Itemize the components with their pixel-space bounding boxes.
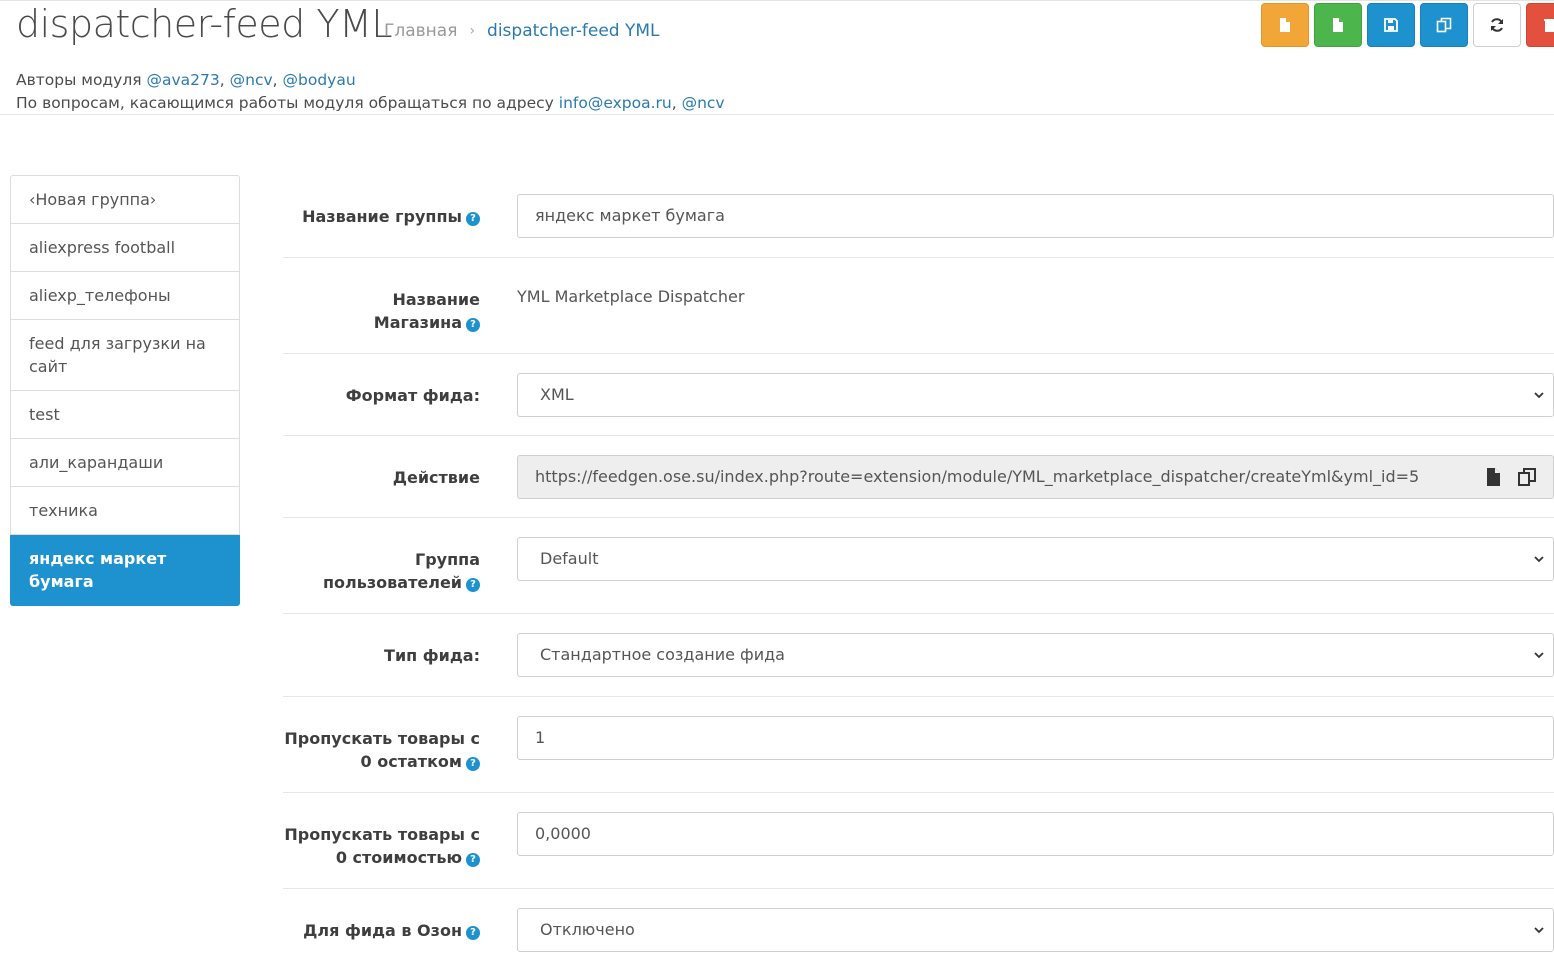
- row-feed-type: Тип фида: Стандартное создание фида: [283, 614, 1554, 697]
- chevron-down-icon: [1534, 392, 1544, 399]
- contact-line: По вопросам, касающимся работы модуля об…: [16, 94, 725, 112]
- contact-email-link[interactable]: info@expoa.ru: [559, 94, 672, 112]
- group-settings-form: Название группы? яндекс маркет бумага На…: [283, 175, 1554, 972]
- toolbar: [1261, 3, 1554, 47]
- help-icon[interactable]: ?: [466, 578, 480, 592]
- file-icon[interactable]: [1483, 467, 1503, 487]
- sidebar-item-new-group[interactable]: ‹Новая группа›: [10, 175, 240, 224]
- row-skip-zero-stock: Пропускать товары с0 остатком? 1: [283, 697, 1554, 793]
- header-divider: [0, 114, 1554, 115]
- row-skip-zero-price: Пропускать товары с0 стоимостью? 0,0000: [283, 793, 1554, 889]
- help-icon[interactable]: ?: [466, 853, 480, 867]
- sidebar-item-site-feed[interactable]: feed для загрузки на сайт: [10, 320, 240, 391]
- action-url-field[interactable]: https://feedgen.ose.su/index.php?route=e…: [517, 455, 1554, 499]
- customer-group-select[interactable]: Default: [517, 537, 1554, 581]
- help-icon[interactable]: ?: [466, 926, 480, 940]
- refresh-icon: [1491, 18, 1503, 32]
- row-feed-format: Формат фида: XML: [283, 354, 1554, 436]
- refresh-button[interactable]: [1473, 3, 1521, 47]
- group-list: ‹Новая группа› aliexpress football aliex…: [10, 175, 240, 606]
- copy-icon[interactable]: [1517, 467, 1537, 487]
- skip-zero-price-input[interactable]: 0,0000: [517, 812, 1554, 856]
- author-link-ncv[interactable]: @ncv: [230, 71, 273, 89]
- row-shop-name: Название Магазина? YML Marketplace Dispat…: [283, 258, 1554, 354]
- author-link-bodyau[interactable]: @bodyau: [283, 71, 356, 89]
- author-link-ava273[interactable]: @ava273: [147, 71, 220, 89]
- delete-button[interactable]: [1526, 3, 1554, 47]
- module-authors: Авторы модуля @ava273, @ncv, @bodyau По …: [16, 69, 725, 115]
- new-file-button[interactable]: [1261, 3, 1309, 47]
- feed-type-select[interactable]: Стандартное создание фида: [517, 633, 1554, 677]
- page-title: dispatcher-feed YML: [16, 2, 393, 46]
- help-icon[interactable]: ?: [466, 757, 480, 771]
- feed-format-label: Формат фида:: [345, 386, 480, 405]
- shop-name-label: Название Магазина?: [373, 290, 480, 332]
- skip-zero-stock-input[interactable]: 1: [517, 716, 1554, 760]
- action-url: https://feedgen.ose.su/index.php?route=e…: [535, 467, 1420, 486]
- ozon-feed-label: Для фида в Озон?: [283, 919, 480, 942]
- skip-zero-price-label: Пропускать товары с0 стоимостью?: [284, 825, 480, 867]
- contact-user-link[interactable]: @ncv: [682, 94, 725, 112]
- sidebar-item-test[interactable]: test: [10, 391, 240, 439]
- trash-icon: [1544, 19, 1554, 32]
- row-ozon-feed: Для фида в Озон? Отключено: [283, 889, 1554, 972]
- chevron-down-icon: [1534, 556, 1544, 563]
- breadcrumb-home[interactable]: Главная: [384, 21, 457, 41]
- breadcrumb: Главная › dispatcher-feed YML: [384, 21, 660, 41]
- sidebar-item-yandex-paper[interactable]: яндекс маркет бумага: [10, 535, 240, 606]
- row-action: Действие https://feedgen.ose.su/index.ph…: [283, 436, 1554, 518]
- authors-line: Авторы модуля @ava273, @ncv, @bodyau: [16, 71, 356, 89]
- action-label: Действие: [392, 468, 480, 487]
- copy-button[interactable]: [1420, 3, 1468, 47]
- save-button[interactable]: [1367, 3, 1415, 47]
- sidebar-item-tech[interactable]: техника: [10, 487, 240, 535]
- feed-type-label: Тип фида:: [384, 646, 480, 665]
- breadcrumb-current[interactable]: dispatcher-feed YML: [487, 21, 659, 41]
- feed-format-select[interactable]: XML: [517, 373, 1554, 417]
- copy-icon: [1436, 17, 1452, 33]
- group-name-input[interactable]: яндекс маркет бумага: [517, 194, 1554, 238]
- help-icon[interactable]: ?: [466, 212, 480, 226]
- help-icon[interactable]: ?: [466, 318, 480, 332]
- row-group-name: Название группы? яндекс маркет бумага: [283, 175, 1554, 258]
- chevron-right-icon: ›: [469, 23, 476, 39]
- chevron-down-icon: [1534, 652, 1544, 659]
- chevron-down-icon: [1534, 927, 1544, 934]
- skip-zero-stock-label: Пропускать товары с0 остатком?: [284, 729, 480, 771]
- save-icon: [1384, 18, 1398, 32]
- shop-name-value: YML Marketplace Dispatcher: [517, 287, 745, 306]
- row-customer-group: Группа пользователей? Default: [283, 518, 1554, 614]
- file-icon: [1280, 18, 1290, 32]
- group-name-label: Название группы?: [283, 205, 480, 228]
- sidebar-item-aliexpress-football[interactable]: aliexpress football: [10, 224, 240, 272]
- sidebar-item-aliexp-phones[interactable]: aliexp_телефоны: [10, 272, 240, 320]
- top-border: [0, 0, 1554, 1]
- customer-group-label: Группа пользователей?: [323, 550, 480, 592]
- add-file-button[interactable]: [1314, 3, 1362, 47]
- file-icon: [1333, 18, 1343, 32]
- ozon-feed-select[interactable]: Отключено: [517, 908, 1554, 952]
- sidebar-item-ali-pencils[interactable]: али_карандаши: [10, 439, 240, 487]
